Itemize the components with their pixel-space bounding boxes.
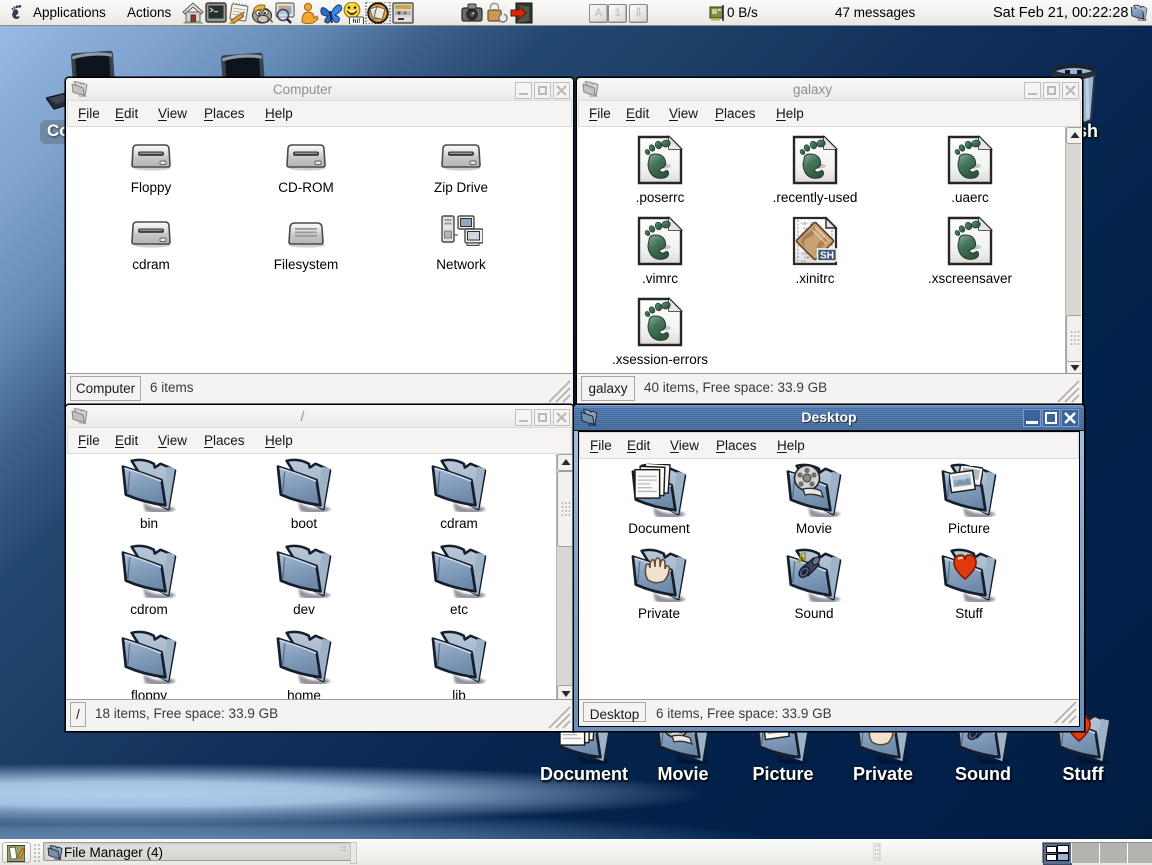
svg-text:hi!: hi!	[353, 18, 361, 24]
